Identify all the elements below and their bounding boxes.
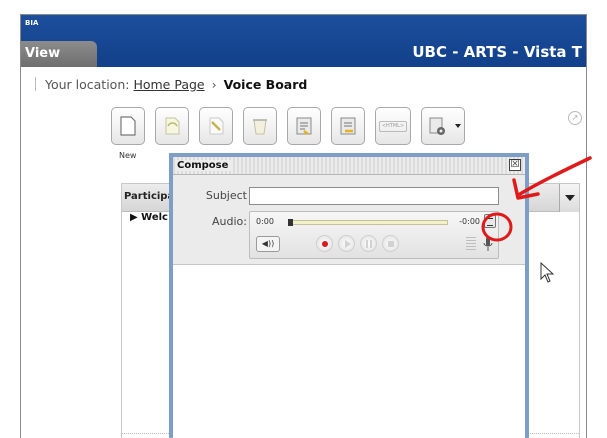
- settings-dropdown-button[interactable]: [421, 107, 465, 145]
- chevron-down-icon: [455, 124, 461, 128]
- delete-button[interactable]: [243, 107, 277, 145]
- brand-text: BIA: [25, 19, 39, 27]
- panel-dropdown-button[interactable]: [559, 184, 579, 212]
- speaker-icon: ◀)): [261, 239, 275, 248]
- time-elapsed: 0:00: [256, 217, 274, 226]
- html-button[interactable]: <HTML>: [375, 107, 411, 145]
- stop-button[interactable]: [382, 235, 399, 252]
- audio-label: Audio:: [212, 215, 247, 228]
- mouse-cursor-icon: [540, 262, 554, 283]
- tree-item-label: Welc: [141, 212, 168, 223]
- tree-expand-icon[interactable]: ▶: [130, 212, 141, 223]
- subject-label: Subject: [205, 189, 247, 202]
- dialog-titlebar[interactable]: Compose ☒: [173, 157, 525, 175]
- breadcrumb-current: Voice Board: [223, 77, 308, 92]
- subject-input[interactable]: [249, 187, 499, 205]
- tree-item[interactable]: ▶ Welc: [130, 212, 168, 223]
- panel-title: Participa: [124, 191, 175, 202]
- pause-button[interactable]: [360, 235, 377, 252]
- dialog-form: Subject Audio: 0:00 -0:00 ◀)): [173, 175, 525, 265]
- site-title: UBC - ARTS - Vista T: [412, 43, 582, 61]
- delete-icon: [253, 119, 267, 135]
- breadcrumb: Your location: Home Page › Voice Board: [21, 67, 586, 101]
- app-header: BIA View UBC - ARTS - Vista T: [21, 15, 586, 67]
- new-button[interactable]: [111, 107, 145, 145]
- edit-icon: [209, 117, 224, 135]
- time-remaining: -0:00: [459, 217, 480, 226]
- import-icon: [296, 117, 312, 135]
- dialog-title: Compose: [177, 160, 233, 171]
- export-button[interactable]: [331, 107, 365, 145]
- play-button[interactable]: [338, 235, 355, 252]
- html-icon: <HTML>: [379, 121, 407, 132]
- app-window: BIA View UBC - ARTS - Vista T Your locat…: [20, 14, 587, 438]
- close-icon[interactable]: ☒: [509, 159, 521, 171]
- microphone-icon[interactable]: [482, 236, 494, 252]
- reply-button[interactable]: [155, 107, 189, 145]
- new-button-label: New: [119, 151, 137, 160]
- reply-icon: [165, 117, 180, 135]
- expand-icon[interactable]: ↗: [568, 111, 582, 125]
- breadcrumb-home-link[interactable]: Home Page: [133, 77, 204, 92]
- audio-menu-button[interactable]: [484, 214, 496, 228]
- edit-button[interactable]: [199, 107, 233, 145]
- volume-button[interactable]: ◀)): [256, 236, 280, 252]
- settings-icon: [429, 117, 445, 135]
- import-button[interactable]: [287, 107, 321, 145]
- level-meter: [466, 237, 476, 251]
- export-icon: [340, 117, 356, 135]
- seek-knob[interactable]: [288, 219, 293, 226]
- breadcrumb-trail: Your location: Home Page › Voice Board: [45, 77, 307, 92]
- new-icon: [120, 116, 136, 136]
- breadcrumb-prefix: Your location:: [45, 77, 130, 92]
- breadcrumb-divider: [35, 77, 36, 91]
- breadcrumb-separator: ›: [211, 77, 217, 92]
- message-body-area[interactable]: [173, 265, 525, 438]
- record-button[interactable]: [316, 235, 333, 252]
- view-tab[interactable]: View: [21, 41, 97, 67]
- audio-player: 0:00 -0:00 ◀)): [249, 211, 499, 259]
- compose-dialog: Compose ☒ Subject Audio: 0:00 -0:00 ◀)): [169, 153, 529, 438]
- audio-seek-bar[interactable]: [288, 219, 448, 226]
